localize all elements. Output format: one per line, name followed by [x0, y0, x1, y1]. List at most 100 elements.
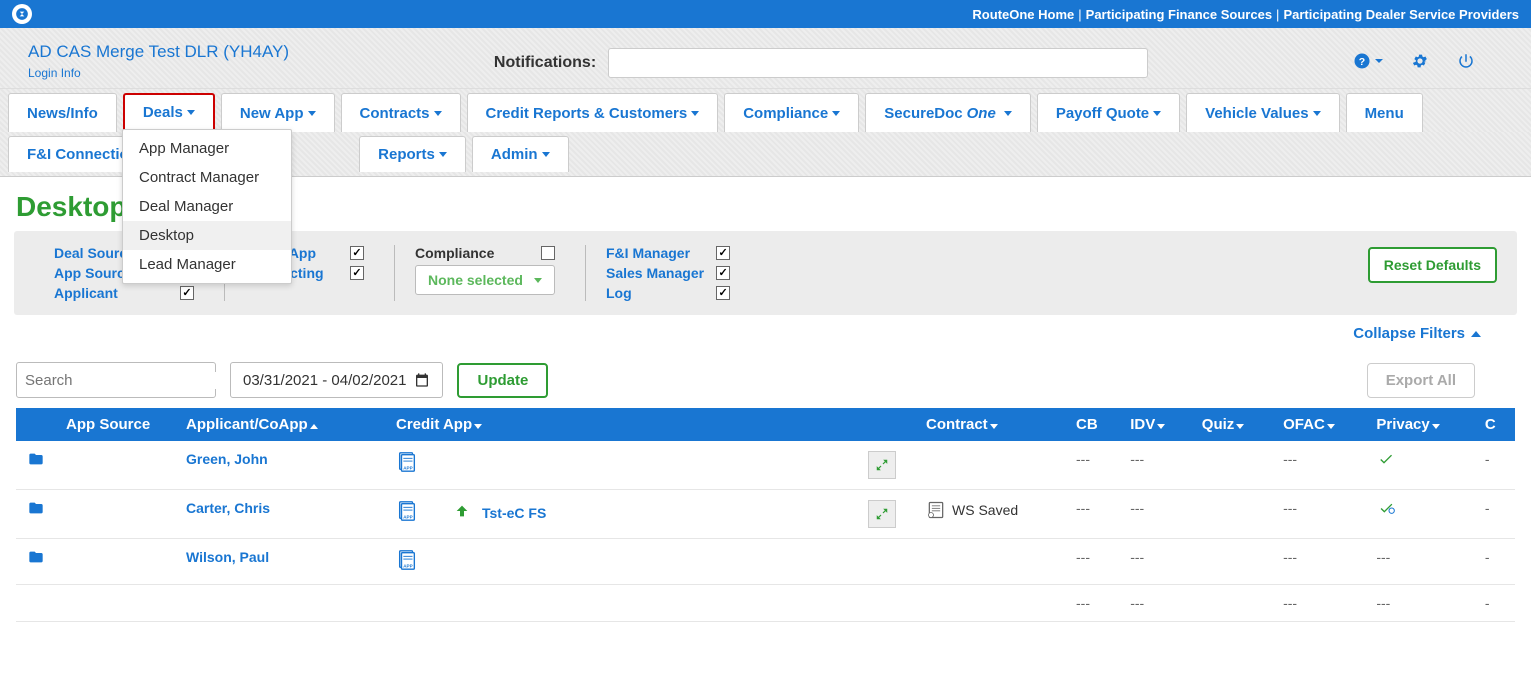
export-all-button[interactable]: Export All	[1367, 363, 1475, 398]
col-app-source[interactable]: App Source	[56, 408, 176, 441]
ws-document-icon[interactable]	[926, 507, 946, 523]
tab-vehicle-values[interactable]: Vehicle Values	[1186, 93, 1339, 132]
tab-reports[interactable]: Reports	[359, 136, 466, 172]
chevron-down-icon	[1375, 59, 1383, 63]
nav-row-1: News/Info Deals New App Contracts Credit…	[0, 89, 1531, 132]
sort-icon	[1327, 424, 1335, 429]
table-row: -------------	[16, 585, 1515, 622]
tab-securedocone[interactable]: SecureDocOne	[865, 93, 1031, 132]
applicant-link[interactable]: Carter, Chris	[186, 500, 270, 516]
search-input[interactable]	[25, 372, 224, 389]
checkbox-compliance[interactable]	[541, 246, 555, 260]
credit-app-text[interactable]: Tst-eC FS	[482, 505, 546, 521]
svg-text:?: ?	[1359, 56, 1365, 68]
tab-deals[interactable]: Deals	[123, 93, 215, 132]
app-document-icon[interactable]: APP	[396, 451, 418, 476]
arrow-up-icon	[454, 503, 470, 522]
power-icon[interactable]	[1457, 52, 1475, 70]
tab-admin[interactable]: Admin	[472, 136, 569, 172]
checkbox-applicant[interactable]	[180, 286, 194, 300]
dropdown-app-manager[interactable]: App Manager	[123, 134, 291, 163]
idv-cell: ---	[1130, 549, 1144, 565]
svg-text:APP: APP	[403, 563, 412, 568]
applicant-link[interactable]: Wilson, Paul	[186, 549, 269, 565]
sort-icon	[474, 424, 482, 429]
tab-news-info[interactable]: News/Info	[8, 93, 117, 132]
sort-asc-icon	[310, 424, 318, 429]
reset-defaults-button[interactable]: Reset Defaults	[1368, 247, 1497, 283]
update-button[interactable]: Update	[457, 363, 548, 398]
help-icon[interactable]: ?	[1353, 52, 1383, 70]
chevron-up-icon	[1471, 331, 1481, 337]
tab-new-app[interactable]: New App	[221, 93, 335, 132]
tab-payoff-quote[interactable]: Payoff Quote	[1037, 93, 1180, 132]
c-cell: -	[1485, 549, 1490, 565]
link-participating-dealer-service-providers[interactable]: Participating Dealer Service Providers	[1283, 7, 1519, 22]
applicant-link[interactable]: Green, John	[186, 451, 268, 467]
col-cb[interactable]: CB	[1066, 408, 1120, 441]
privacy-cell: ---	[1366, 539, 1474, 585]
sort-icon	[1236, 424, 1244, 429]
tab-contracts[interactable]: Contracts	[341, 93, 461, 132]
chevron-down-icon	[832, 111, 840, 116]
c-cell: -	[1485, 500, 1490, 516]
logo-icon	[12, 4, 32, 24]
expand-icon[interactable]	[868, 451, 896, 479]
login-info-link[interactable]: Login Info	[28, 66, 289, 80]
privacy-cell	[1366, 441, 1474, 490]
col-quiz[interactable]: Quiz	[1192, 408, 1273, 441]
tab-menu[interactable]: Menu	[1346, 93, 1423, 132]
date-range-input[interactable]: 03/31/2021 - 04/02/2021	[230, 362, 443, 398]
cb-cell: ---	[1076, 549, 1090, 565]
filter-compliance-label: Compliance	[415, 245, 494, 261]
app-document-icon[interactable]: APP	[396, 500, 418, 525]
checkbox-credit-app[interactable]	[350, 246, 364, 260]
checkbox-sales-manager[interactable]	[716, 266, 730, 280]
col-contract[interactable]: Contract	[916, 408, 1066, 441]
folder-icon[interactable]	[26, 500, 46, 520]
ofac-cell: ---	[1283, 549, 1297, 565]
chevron-down-icon	[534, 278, 542, 283]
col-credit-app[interactable]: Credit App	[386, 408, 916, 441]
check-icon	[1376, 451, 1396, 471]
notifications-box[interactable]	[608, 48, 1148, 78]
chevron-down-icon	[1153, 111, 1161, 116]
col-c[interactable]: C	[1475, 408, 1515, 441]
col-applicant[interactable]: Applicant/CoApp	[176, 408, 386, 441]
chevron-down-icon	[187, 110, 195, 115]
checkbox-log[interactable]	[716, 286, 730, 300]
cb-cell: ---	[1076, 451, 1090, 467]
col-privacy[interactable]: Privacy	[1366, 408, 1474, 441]
expand-icon[interactable]	[868, 500, 896, 528]
checkbox-contracting[interactable]	[350, 266, 364, 280]
tab-credit-reports[interactable]: Credit Reports & Customers	[467, 93, 719, 132]
tab-compliance[interactable]: Compliance	[724, 93, 859, 132]
idv-cell: ---	[1130, 451, 1144, 467]
search-box[interactable]	[16, 362, 216, 398]
notifications-label: Notifications:	[494, 54, 596, 72]
table-wrap: App Source Applicant/CoApp Credit App Co…	[0, 408, 1531, 622]
link-participating-finance-sources[interactable]: Participating Finance Sources	[1086, 7, 1272, 22]
idv-cell: ---	[1130, 500, 1144, 516]
dropdown-lead-manager[interactable]: Lead Manager	[123, 250, 291, 279]
sort-icon	[990, 424, 998, 429]
chevron-down-icon	[434, 111, 442, 116]
folder-icon[interactable]	[26, 451, 46, 471]
table-row: Wilson, PaulAPP-------------	[16, 539, 1515, 585]
filter-sales-manager-label: Sales Manager	[606, 265, 704, 281]
app-document-icon[interactable]: APP	[396, 549, 418, 574]
gear-icon[interactable]	[1411, 52, 1429, 70]
collapse-filters-toggle[interactable]: Collapse Filters	[0, 325, 1481, 342]
link-routeone-home[interactable]: RouteOne Home	[972, 7, 1074, 22]
dropdown-desktop[interactable]: Desktop	[123, 221, 291, 250]
filter-applicant-label: Applicant	[54, 285, 118, 301]
col-ofac[interactable]: OFAC	[1273, 408, 1366, 441]
folder-icon[interactable]	[26, 549, 46, 569]
compliance-select[interactable]: None selected	[415, 265, 555, 295]
filter-app-source-label: App Source	[54, 265, 133, 281]
col-idv[interactable]: IDV	[1120, 408, 1192, 441]
checkbox-fi-manager[interactable]	[716, 246, 730, 260]
dropdown-contract-manager[interactable]: Contract Manager	[123, 163, 291, 192]
top-bar: RouteOne Home | Participating Finance So…	[0, 0, 1531, 28]
dropdown-deal-manager[interactable]: Deal Manager	[123, 192, 291, 221]
